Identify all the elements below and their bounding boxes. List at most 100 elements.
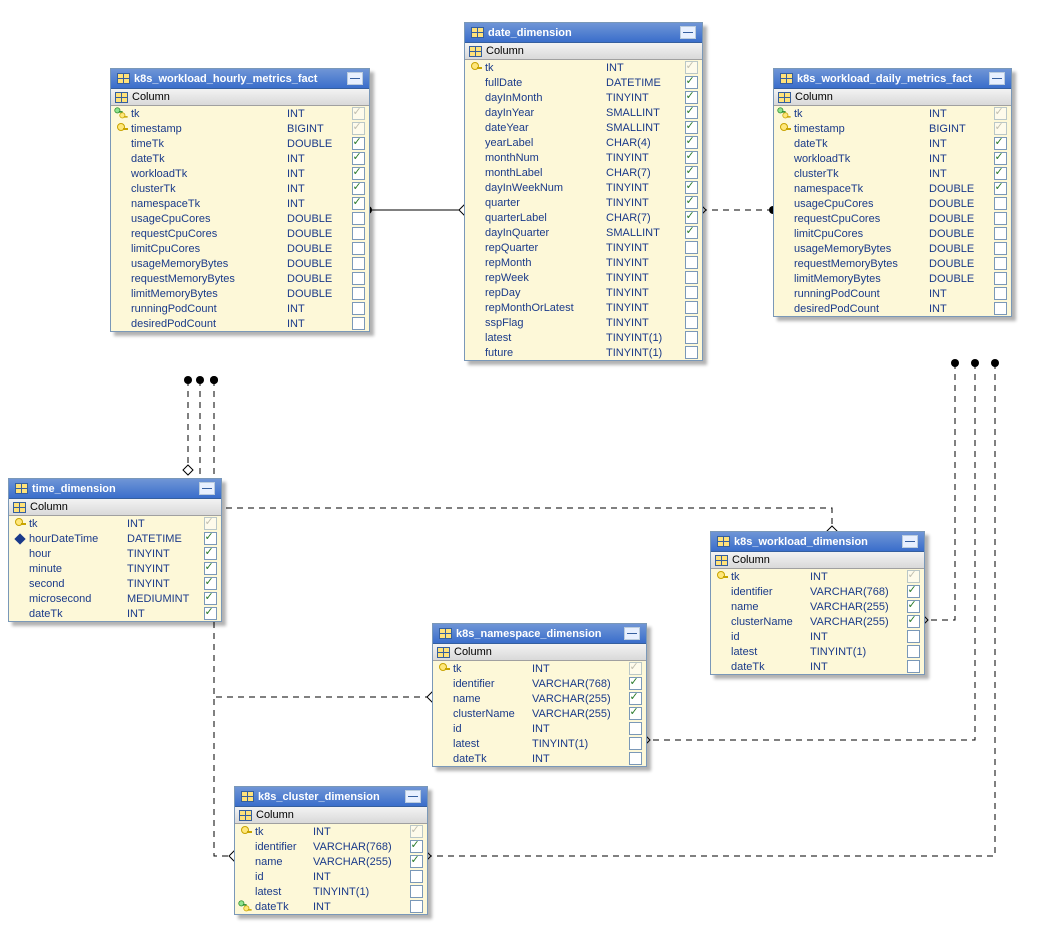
column-row[interactable]: dateTkINT	[111, 151, 369, 166]
column-checkbox[interactable]	[685, 271, 698, 284]
table-workload[interactable]: k8s_workload_dimensionColumntkINTidentif…	[710, 531, 925, 675]
column-row[interactable]: tkINT	[9, 516, 221, 531]
column-checkbox[interactable]	[204, 532, 217, 545]
column-checkbox[interactable]	[994, 107, 1007, 120]
column-row[interactable]: repWeekTINYINT	[465, 270, 702, 285]
column-row[interactable]: dateTkINT	[433, 751, 646, 766]
column-row[interactable]: secondTINYINT	[9, 576, 221, 591]
column-checkbox[interactable]	[685, 91, 698, 104]
column-checkbox[interactable]	[994, 287, 1007, 300]
column-row[interactable]: quarterLabelCHAR(7)	[465, 210, 702, 225]
column-row[interactable]: desiredPodCountINT	[111, 316, 369, 331]
column-checkbox[interactable]	[685, 346, 698, 359]
column-row[interactable]: limitCpuCoresDOUBLE	[774, 226, 1011, 241]
column-row[interactable]: workloadTkINT	[111, 166, 369, 181]
column-row[interactable]: tkINT	[433, 661, 646, 676]
collapse-button[interactable]	[347, 72, 363, 85]
column-row[interactable]: dayInWeekNumTINYINT	[465, 180, 702, 195]
column-checkbox[interactable]	[685, 256, 698, 269]
column-row[interactable]: dayInYearSMALLINT	[465, 105, 702, 120]
column-row[interactable]: identifierVARCHAR(768)	[711, 584, 924, 599]
column-checkbox[interactable]	[204, 577, 217, 590]
table-titlebar[interactable]: date_dimension	[465, 23, 702, 43]
column-checkbox[interactable]	[629, 737, 642, 750]
column-checkbox[interactable]	[685, 286, 698, 299]
column-row[interactable]: microsecondMEDIUMINT	[9, 591, 221, 606]
column-row[interactable]: clusterTkINT	[111, 181, 369, 196]
column-checkbox[interactable]	[685, 331, 698, 344]
column-checkbox[interactable]	[994, 227, 1007, 240]
column-row[interactable]: runningPodCountINT	[774, 286, 1011, 301]
column-row[interactable]: hourDateTimeDATETIME	[9, 531, 221, 546]
column-row[interactable]: usageMemoryBytesDOUBLE	[774, 241, 1011, 256]
column-row[interactable]: limitMemoryBytesDOUBLE	[111, 286, 369, 301]
column-checkbox[interactable]	[685, 241, 698, 254]
column-header[interactable]: Column	[111, 89, 369, 106]
column-checkbox[interactable]	[352, 317, 365, 330]
column-checkbox[interactable]	[629, 677, 642, 690]
column-checkbox[interactable]	[907, 630, 920, 643]
column-checkbox[interactable]	[994, 137, 1007, 150]
column-row[interactable]: repMonthOrLatestTINYINT	[465, 300, 702, 315]
column-checkbox[interactable]	[907, 660, 920, 673]
column-checkbox[interactable]	[907, 645, 920, 658]
column-row[interactable]: dateTkINT	[235, 899, 427, 914]
collapse-button[interactable]	[680, 26, 696, 39]
column-checkbox[interactable]	[685, 181, 698, 194]
column-checkbox[interactable]	[685, 211, 698, 224]
column-checkbox[interactable]	[352, 122, 365, 135]
column-checkbox[interactable]	[410, 840, 423, 853]
column-row[interactable]: namespaceTkINT	[111, 196, 369, 211]
column-header[interactable]: Column	[774, 89, 1011, 106]
column-row[interactable]: identifierVARCHAR(768)	[433, 676, 646, 691]
column-checkbox[interactable]	[685, 301, 698, 314]
column-checkbox[interactable]	[410, 870, 423, 883]
column-row[interactable]: clusterTkINT	[774, 166, 1011, 181]
column-row[interactable]: repQuarterTINYINT	[465, 240, 702, 255]
column-row[interactable]: latestTINYINT(1)	[433, 736, 646, 751]
column-row[interactable]: monthNumTINYINT	[465, 150, 702, 165]
column-header[interactable]: Column	[711, 552, 924, 569]
column-row[interactable]: tkINT	[111, 106, 369, 121]
column-checkbox[interactable]	[994, 182, 1007, 195]
column-row[interactable]: yearLabelCHAR(4)	[465, 135, 702, 150]
table-time[interactable]: time_dimensionColumntkINThourDateTimeDAT…	[8, 478, 222, 622]
column-checkbox[interactable]	[994, 152, 1007, 165]
column-row[interactable]: tkINT	[774, 106, 1011, 121]
column-row[interactable]: tkINT	[711, 569, 924, 584]
column-row[interactable]: timestampBIGINT	[111, 121, 369, 136]
column-row[interactable]: latestTINYINT(1)	[235, 884, 427, 899]
column-row[interactable]: timestampBIGINT	[774, 121, 1011, 136]
column-row[interactable]: dateTkINT	[774, 136, 1011, 151]
column-checkbox[interactable]	[352, 167, 365, 180]
column-checkbox[interactable]	[352, 107, 365, 120]
column-row[interactable]: latestTINYINT(1)	[465, 330, 702, 345]
column-row[interactable]: limitMemoryBytesDOUBLE	[774, 271, 1011, 286]
column-row[interactable]: nameVARCHAR(255)	[235, 854, 427, 869]
column-row[interactable]: limitCpuCoresDOUBLE	[111, 241, 369, 256]
column-row[interactable]: requestCpuCoresDOUBLE	[774, 211, 1011, 226]
column-checkbox[interactable]	[352, 302, 365, 315]
column-row[interactable]: dateYearSMALLINT	[465, 120, 702, 135]
column-row[interactable]: tkINT	[465, 60, 702, 75]
column-row[interactable]: fullDateDATETIME	[465, 75, 702, 90]
column-row[interactable]: usageCpuCoresDOUBLE	[774, 196, 1011, 211]
table-daily[interactable]: k8s_workload_daily_metrics_factColumntkI…	[773, 68, 1012, 317]
column-row[interactable]: repDayTINYINT	[465, 285, 702, 300]
column-checkbox[interactable]	[994, 197, 1007, 210]
column-checkbox[interactable]	[352, 257, 365, 270]
column-row[interactable]: usageMemoryBytesDOUBLE	[111, 256, 369, 271]
column-row[interactable]: idINT	[235, 869, 427, 884]
column-checkbox[interactable]	[629, 707, 642, 720]
table-titlebar[interactable]: time_dimension	[9, 479, 221, 499]
column-checkbox[interactable]	[629, 692, 642, 705]
column-row[interactable]: dayInMonthTINYINT	[465, 90, 702, 105]
column-row[interactable]: requestCpuCoresDOUBLE	[111, 226, 369, 241]
column-row[interactable]: futureTINYINT(1)	[465, 345, 702, 360]
column-checkbox[interactable]	[994, 167, 1007, 180]
column-checkbox[interactable]	[994, 272, 1007, 285]
column-checkbox[interactable]	[352, 212, 365, 225]
table-hourly[interactable]: k8s_workload_hourly_metrics_factColumntk…	[110, 68, 370, 332]
column-checkbox[interactable]	[410, 855, 423, 868]
column-checkbox[interactable]	[204, 592, 217, 605]
